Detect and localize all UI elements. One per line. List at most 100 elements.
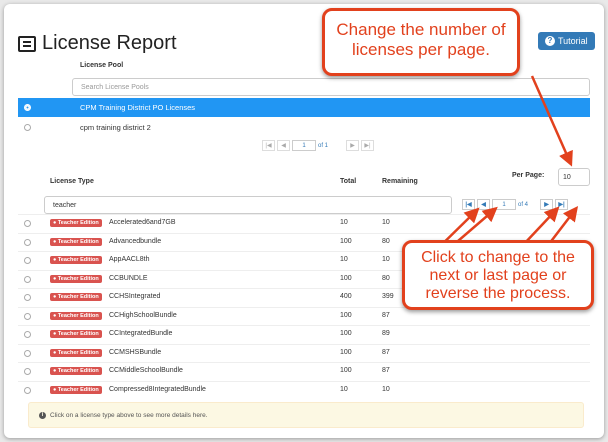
last-page-button[interactable]: ▶| (555, 199, 569, 210)
license-radio[interactable] (24, 312, 31, 320)
teacher-edition-badge: ● Teacher Edition (50, 385, 102, 394)
pool-radio[interactable] (24, 104, 31, 111)
license-total: 10 (340, 385, 348, 393)
license-name: Accelerated6and7GB (109, 219, 176, 226)
info-text: Click on a license type above to see mor… (50, 411, 208, 419)
license-remaining: 10 (382, 385, 390, 393)
next-page-button[interactable]: ▶ (346, 140, 360, 151)
license-name: Advancedbundle (109, 237, 162, 245)
pool-pager: |◀ ◀ 1 of 1 ▶ ▶| (262, 140, 375, 151)
pool-search-input[interactable]: Search License Pools (72, 78, 590, 96)
total-header: Total (340, 178, 357, 185)
license-row[interactable]: ● Teacher Edition CCIntegratedBundle 100 89 (18, 325, 590, 344)
teacher-edition-badge: ● Teacher Edition (50, 237, 102, 246)
license-name: AppAACL8th (109, 256, 150, 263)
pool-label: cpm training district 2 (80, 123, 151, 132)
license-type-header: License Type (50, 178, 94, 185)
license-remaining: 87 (382, 367, 390, 374)
teacher-edition-badge: ● Teacher Edition (50, 330, 102, 338)
page-input[interactable]: 1 (492, 199, 516, 210)
teacher-edition-badge: ● Teacher Edition (50, 256, 102, 264)
pagination-callout: Click to change to the next or last page… (402, 240, 594, 310)
first-page-button[interactable]: |◀ (262, 140, 275, 151)
per-page-input[interactable]: 10 (558, 168, 590, 186)
license-radio[interactable] (24, 349, 31, 357)
badge-label: Teacher Edition (57, 220, 99, 226)
next-page-button[interactable]: ▶ (540, 199, 554, 210)
license-name: CCMiddleSchoolBundle (109, 367, 183, 374)
license-total: 100 (340, 348, 352, 356)
pool-row[interactable]: cpm training district 2 (18, 118, 590, 137)
license-remaining: 80 (382, 237, 390, 245)
license-filter-input[interactable]: teacher (44, 196, 452, 214)
license-total: 100 (340, 311, 352, 319)
badge-label: Teacher Edition (57, 386, 99, 393)
license-row[interactable]: ● Teacher Edition Accelerated6and7GB 10 10 (18, 214, 590, 233)
badge-label: Teacher Edition (57, 312, 99, 319)
per-page-callout: Change the number of licenses per page. (322, 8, 520, 76)
license-name: CCIntegratedBundle (109, 330, 173, 337)
list-icon (18, 35, 36, 52)
license-total: 100 (340, 274, 352, 282)
badge-label: Teacher Edition (57, 349, 99, 356)
license-name: CCHSIntegrated (109, 293, 161, 300)
license-remaining: 80 (382, 274, 390, 282)
license-radio[interactable] (24, 238, 31, 246)
badge-label: Teacher Edition (57, 368, 99, 374)
license-total: 100 (340, 330, 352, 337)
last-page-button[interactable]: ▶| (361, 140, 375, 151)
teacher-edition-badge: ● Teacher Edition (50, 274, 102, 283)
license-radio[interactable] (24, 331, 31, 338)
page-count: of 4 (518, 201, 529, 208)
prev-page-button[interactable]: ◀ (277, 140, 290, 151)
pool-column-header: License Pool (80, 62, 124, 69)
license-total: 10 (340, 219, 348, 226)
license-name: CCBUNDLE (109, 274, 148, 282)
license-row[interactable]: ● Teacher Edition Compressed8IntegratedBu… (18, 380, 590, 400)
license-name: CCMSHSBundle (109, 348, 162, 356)
license-pager: |◀ ◀ 1 of 4 ▶ ▶| (462, 199, 569, 210)
badge-label: Teacher Edition (57, 238, 99, 245)
license-radio[interactable] (24, 294, 31, 301)
first-page-button[interactable]: |◀ (462, 199, 475, 210)
pool-row[interactable]: CPM Training District PO Licenses (18, 98, 590, 117)
question-icon: ? (545, 36, 555, 46)
license-report-window: License Report ? Tutorial License Pool S… (4, 4, 604, 438)
badge-label: Teacher Edition (57, 275, 99, 282)
license-name: Compressed8IntegratedBundle (109, 385, 206, 393)
teacher-edition-badge: ● Teacher Edition (50, 219, 102, 227)
badge-label: Teacher Edition (57, 257, 99, 263)
license-remaining: 399 (382, 293, 394, 300)
page-header: License Report (18, 32, 177, 55)
badge-label: Teacher Edition (57, 294, 99, 300)
license-total: 100 (340, 237, 352, 245)
license-radio[interactable] (24, 220, 31, 227)
teacher-edition-badge: ● Teacher Edition (50, 367, 102, 375)
pool-label: CPM Training District PO Licenses (80, 103, 196, 112)
pool-radio[interactable] (24, 124, 31, 131)
teacher-edition-badge: ● Teacher Edition (50, 348, 102, 357)
per-page-label: Per Page: (512, 172, 545, 179)
page-title: License Report (42, 32, 177, 54)
license-radio[interactable] (24, 275, 31, 283)
page-input[interactable]: 1 (292, 140, 316, 151)
prev-page-button[interactable]: ◀ (477, 199, 490, 210)
license-row[interactable]: ● Teacher Edition CCMiddleSchoolBundle 100… (18, 362, 590, 381)
page-count: of 1 (318, 142, 329, 149)
license-radio[interactable] (24, 257, 31, 264)
license-remaining: 10 (382, 256, 390, 263)
license-name: CCHighSchoolBundle (109, 311, 177, 319)
license-radio[interactable] (24, 386, 31, 394)
license-total: 10 (340, 256, 348, 263)
license-row[interactable]: ● Teacher Edition CCMSHSBundle 100 87 (18, 343, 590, 363)
info-icon: i (39, 411, 46, 419)
license-remaining: 89 (382, 330, 390, 337)
license-total: 400 (340, 293, 352, 300)
license-remaining: 87 (382, 348, 390, 356)
license-radio[interactable] (24, 368, 31, 375)
license-total: 100 (340, 367, 352, 374)
tutorial-button[interactable]: ? Tutorial (538, 32, 595, 50)
license-remaining: 87 (382, 311, 390, 319)
teacher-edition-badge: ● Teacher Edition (50, 311, 102, 320)
remaining-header: Remaining (382, 178, 418, 185)
